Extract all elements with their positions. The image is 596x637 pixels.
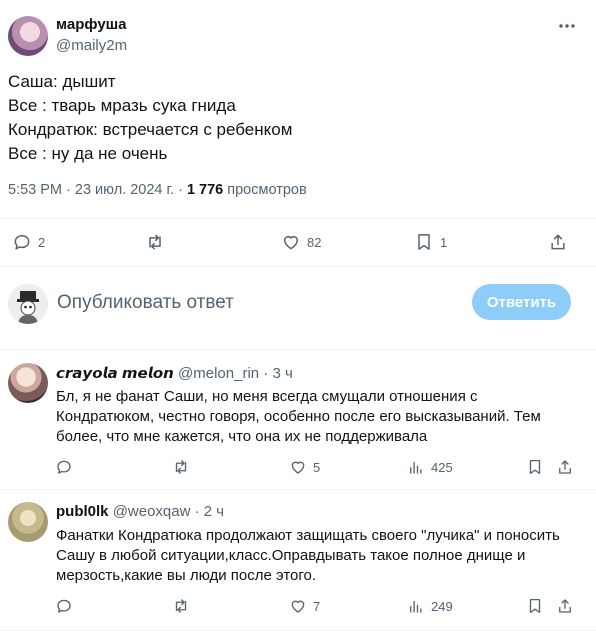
tweet-meta: 5:53 PM · 23 июл. 2024 г. · 1 776 просмо… — [8, 182, 307, 198]
views-count: 1 776 — [186, 182, 224, 198]
divider — [0, 266, 596, 267]
reply-author-handle[interactable]: @melon_rin · 3 ч — [178, 365, 293, 382]
like-icon — [291, 461, 305, 474]
tweet-timestamp[interactable]: 5:53 PM · 23 июл. 2024 г. · — [8, 182, 187, 198]
views-label: просмотров — [223, 182, 307, 198]
like-button[interactable]: 5 — [289, 458, 320, 476]
like-icon — [291, 600, 305, 613]
retweet-button[interactable] — [172, 458, 190, 476]
reply-author-name[interactable]: publ0lk — [56, 503, 109, 520]
reply-icon — [14, 235, 30, 250]
reply-author: publ0lk @weoxqaw · 2 ч — [56, 503, 224, 520]
reply-text: Фанатки Кондратюка продолжают защищать с… — [56, 527, 560, 584]
divider — [0, 349, 596, 350]
divider — [0, 489, 596, 490]
reply-button[interactable]: 2 — [12, 232, 45, 252]
share-icon — [559, 460, 571, 474]
divider — [0, 630, 596, 631]
reply-text: Бл, я не фанат Саши, но меня всегда смущ… — [56, 388, 541, 445]
like-count: 5 — [313, 459, 321, 475]
current-user-avatar[interactable] — [8, 284, 48, 324]
retweet-button[interactable] — [172, 597, 190, 615]
author-avatar[interactable] — [8, 16, 48, 56]
like-count: 82 — [307, 234, 322, 250]
post-reply-button[interactable]: Ответить — [472, 284, 571, 320]
bookmark-icon — [529, 598, 541, 614]
tweet-text-line: Все : ну да не очень — [8, 144, 168, 163]
author-name[interactable]: марфуша — [56, 16, 127, 33]
retweet-button[interactable] — [145, 232, 171, 252]
views-button[interactable]: 249 — [407, 597, 453, 615]
tweet-text-line: Все : тварь мразь сука гнида — [8, 96, 236, 115]
tweet-text-line: Кондратюк: встречается с ребенком — [8, 120, 293, 139]
reply-avatar[interactable] — [8, 502, 48, 542]
bookmark-icon — [529, 459, 541, 475]
views-count: 249 — [431, 598, 453, 614]
bookmark-button[interactable] — [526, 597, 544, 615]
like-button[interactable]: 82 — [281, 232, 321, 252]
views-count: 425 — [431, 459, 453, 475]
share-button[interactable] — [556, 458, 574, 476]
share-icon — [551, 234, 565, 250]
reply-input[interactable]: Опубликовать ответ — [57, 292, 234, 314]
retweet-icon — [175, 599, 187, 613]
views-icon — [410, 600, 422, 613]
bookmark-count: 1 — [440, 234, 448, 250]
bookmark-icon — [418, 234, 430, 250]
like-button[interactable]: 7 — [289, 597, 320, 615]
reply-button[interactable] — [55, 458, 73, 476]
divider — [0, 218, 596, 219]
share-button[interactable] — [556, 597, 574, 615]
reply-avatar[interactable] — [8, 363, 48, 403]
share-button[interactable] — [548, 232, 568, 252]
more-icon[interactable] — [556, 16, 578, 36]
reply-icon — [57, 599, 71, 613]
tweet-text-line: Саша: дышит — [8, 72, 116, 91]
retweet-icon — [175, 460, 187, 474]
views-icon — [410, 461, 422, 474]
reply-count: 2 — [38, 234, 46, 250]
views-button[interactable]: 425 — [407, 458, 453, 476]
reply-author-name[interactable]: 𝙘𝙧𝙖𝙮𝙤𝙡𝙖 𝙢𝙚𝙡𝙤𝙣 — [56, 365, 174, 382]
bookmark-button[interactable] — [526, 458, 544, 476]
share-icon — [559, 599, 571, 613]
like-icon — [284, 236, 298, 250]
reply-author-handle[interactable]: @weoxqaw · 2 ч — [113, 503, 224, 520]
bookmark-button[interactable]: 1 — [414, 232, 447, 252]
reply-icon — [57, 460, 71, 474]
like-count: 7 — [313, 598, 321, 614]
retweet-icon — [149, 234, 161, 250]
author-handle[interactable]: @maily2m — [56, 37, 127, 54]
reply-author: 𝙘𝙧𝙖𝙮𝙤𝙡𝙖 𝙢𝙚𝙡𝙤𝙣 @melon_rin · 3 ч — [56, 364, 293, 382]
reply-button[interactable] — [55, 597, 73, 615]
